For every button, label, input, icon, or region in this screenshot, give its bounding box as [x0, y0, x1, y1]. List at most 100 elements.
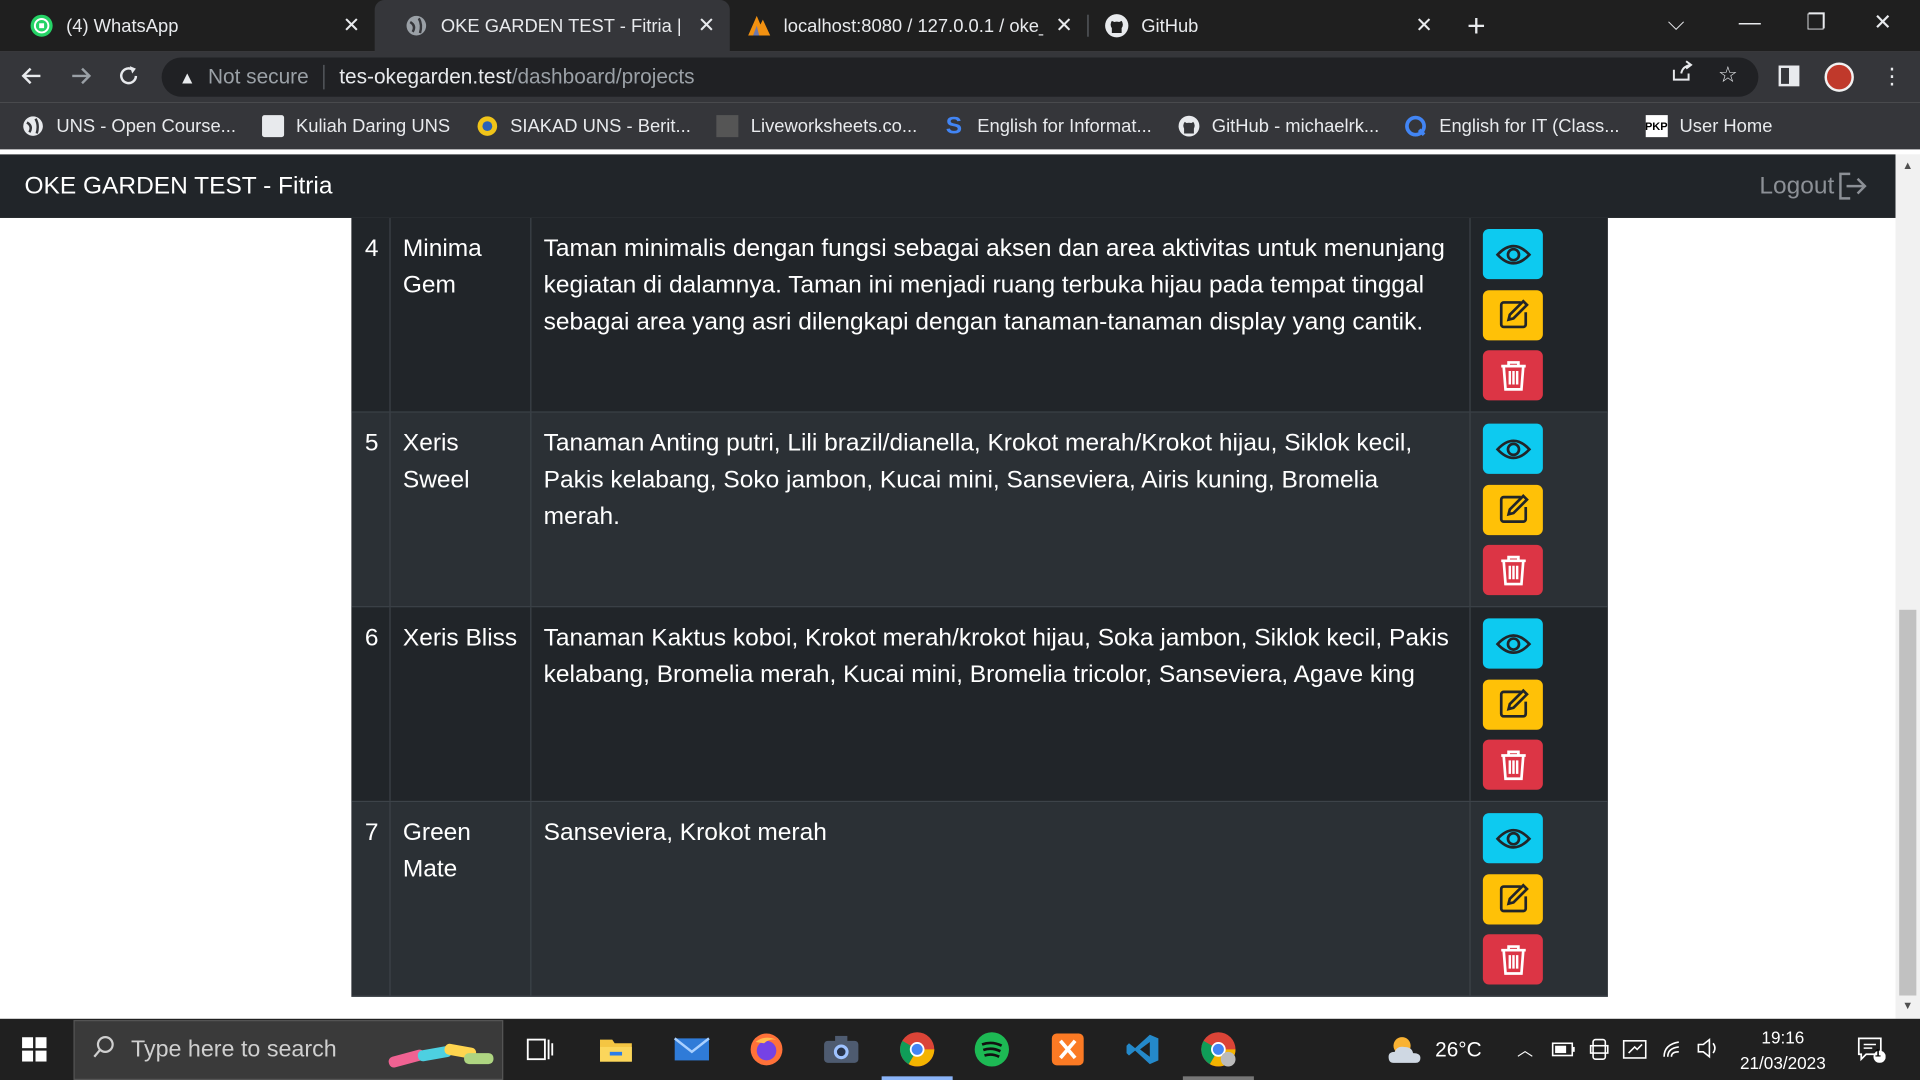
- vscode-icon[interactable]: [1124, 1031, 1161, 1068]
- task-view-icon[interactable]: [522, 1031, 559, 1068]
- browser-toolbar: ▲ Not secure tes-okegarden.test/dashboar…: [0, 51, 1920, 103]
- weather-temperature[interactable]: 26°C: [1435, 1038, 1482, 1062]
- tray-chevron-icon[interactable]: ︿: [1517, 1037, 1533, 1060]
- back-arrow-icon[interactable]: [20, 64, 44, 96]
- project-name: Xeris Bliss: [391, 607, 532, 801]
- table-row: 4 Minima Gem Taman minimalis dengan fungsi…: [351, 217, 1608, 413]
- edit-icon: [1496, 492, 1530, 526]
- scroll-down-icon[interactable]: ▼: [1896, 999, 1920, 1011]
- page-scrollbar[interactable]: ▲ ▼: [1895, 154, 1920, 1019]
- edit-button[interactable]: [1482, 484, 1543, 535]
- scrollbar-thumb[interactable]: [1899, 609, 1917, 996]
- bookmark-uns[interactable]: UNS - Open Course...: [22, 115, 236, 137]
- row-number: 5: [351, 412, 391, 607]
- project-name: Minima Gem: [391, 217, 532, 412]
- share-icon[interactable]: [1670, 59, 1694, 90]
- table-row: 7 Green Mate Sanseviera, Krokot merah: [351, 802, 1608, 997]
- delete-button[interactable]: [1482, 544, 1543, 596]
- window-close-icon[interactable]: ✕: [1873, 10, 1891, 36]
- device-icon[interactable]: [1589, 1038, 1609, 1066]
- action-buttons: [1471, 607, 1608, 800]
- edit-button[interactable]: [1482, 289, 1543, 340]
- taskbar-search-input[interactable]: Type here to search: [73, 1020, 504, 1080]
- view-button[interactable]: [1482, 618, 1543, 669]
- view-button[interactable]: [1482, 813, 1543, 864]
- spotify-icon[interactable]: [973, 1031, 1010, 1068]
- table-row: 6 Xeris Bliss Tanaman Kaktus koboi, Krokot…: [351, 607, 1608, 803]
- close-icon[interactable]: ✕: [1413, 13, 1435, 37]
- edit-button[interactable]: [1482, 678, 1543, 730]
- bookmark-english-informatics[interactable]: S English for Informat...: [943, 112, 1152, 139]
- weather-icon[interactable]: [1384, 1031, 1428, 1074]
- close-icon[interactable]: ✕: [340, 13, 362, 37]
- chrome-icon[interactable]: [899, 1031, 936, 1068]
- restore-icon[interactable]: ❐: [1806, 10, 1826, 36]
- close-icon[interactable]: ✕: [696, 13, 718, 37]
- delete-button[interactable]: [1482, 934, 1543, 985]
- xampp-icon[interactable]: [1049, 1031, 1086, 1068]
- avatar[interactable]: [1824, 62, 1854, 92]
- bookmark-kuliah-daring[interactable]: Kuliah Daring UNS: [261, 115, 450, 138]
- mail-icon[interactable]: [673, 1031, 710, 1068]
- project-description: Taman minimalis dengan fungsi sebagai ak…: [531, 217, 1471, 412]
- globe-icon: [404, 13, 428, 37]
- wifi-icon[interactable]: [1662, 1037, 1686, 1065]
- row-number: 7: [351, 802, 391, 996]
- eye-icon: [1495, 825, 1532, 852]
- minimize-icon[interactable]: —: [1739, 10, 1761, 36]
- new-tab-icon[interactable]: +: [1467, 7, 1486, 45]
- security-label[interactable]: Not secure: [208, 65, 309, 89]
- tab-search-chevron-icon[interactable]: ⌵: [1668, 10, 1685, 36]
- reload-icon[interactable]: [116, 64, 140, 96]
- github-icon: [1178, 115, 1200, 137]
- chrome-profile-icon[interactable]: [1200, 1031, 1237, 1068]
- menu-kebab-icon[interactable]: ⋮: [1881, 64, 1903, 90]
- action-buttons: [1471, 218, 1608, 411]
- battery-icon[interactable]: [1551, 1040, 1575, 1064]
- address-bar[interactable]: ▲ Not secure tes-okegarden.test/dashboar…: [161, 57, 1759, 97]
- project-description: Tanaman Kaktus koboi, Krokot merah/kroko…: [531, 607, 1471, 801]
- search-placeholder: Type here to search: [131, 1036, 337, 1063]
- eye-icon: [1495, 630, 1532, 657]
- bookmark-github-michaelrk[interactable]: GitHub - michaelrk...: [1178, 115, 1379, 137]
- tab-github[interactable]: GitHub ✕: [1090, 0, 1448, 51]
- camera-icon[interactable]: [823, 1031, 860, 1068]
- volume-icon[interactable]: [1696, 1037, 1720, 1065]
- delete-button[interactable]: [1482, 350, 1543, 401]
- bookmark-user-home[interactable]: PKP User Home: [1645, 115, 1772, 138]
- side-panel-icon[interactable]: [1778, 65, 1800, 93]
- tab-okegarden[interactable]: OKE GARDEN TEST - Fitria | Dashboard ✕: [374, 0, 730, 52]
- close-icon[interactable]: ✕: [1053, 13, 1075, 37]
- windows-start-icon[interactable]: [22, 1037, 47, 1068]
- bookmark-star-icon[interactable]: ☆: [1718, 62, 1738, 88]
- url-host: tes-okegarden.test: [339, 64, 512, 89]
- view-button[interactable]: [1482, 423, 1543, 474]
- logout-button[interactable]: Logout: [1759, 171, 1868, 200]
- forward-arrow-icon[interactable]: [69, 64, 93, 96]
- view-button[interactable]: [1482, 228, 1543, 280]
- tab-phpmyadmin[interactable]: localhost:8080 / 127.0.0.1 / oke_garden …: [730, 0, 1088, 51]
- display-icon[interactable]: [1622, 1037, 1649, 1068]
- tab-whatsapp[interactable]: (4) WhatsApp ✕: [0, 0, 375, 51]
- project-description: Tanaman Anting putri, Lili brazil/dianel…: [531, 412, 1471, 607]
- project-name: Xeris Sweel: [391, 412, 532, 607]
- whatsapp-icon: [29, 13, 53, 37]
- scroll-up-icon[interactable]: ▲: [1896, 159, 1920, 171]
- warning-icon[interactable]: ▲: [179, 67, 196, 87]
- table-row: 5 Xeris Sweel Tanaman Anting putri, Lili b…: [351, 412, 1608, 608]
- bookmark-siakad[interactable]: SIAKAD UNS - Berit...: [476, 115, 691, 137]
- bookmark-english-it[interactable]: English for IT (Class...: [1405, 115, 1620, 137]
- bookmark-liveworksheets[interactable]: Liveworksheets.co...: [716, 115, 917, 138]
- siakad-icon: [476, 115, 498, 137]
- firefox-icon[interactable]: [748, 1031, 785, 1068]
- navbar-brand[interactable]: OKE GARDEN TEST - Fitria: [24, 173, 332, 201]
- edit-icon: [1496, 687, 1530, 721]
- s-icon: S: [945, 112, 963, 139]
- delete-button[interactable]: [1482, 739, 1543, 790]
- logout-icon: [1839, 172, 1867, 200]
- browser-tab-strip: (4) WhatsApp ✕ OKE GARDEN TEST - Fitria …: [0, 0, 1920, 52]
- notification-icon[interactable]: 1: [1856, 1036, 1886, 1069]
- system-clock[interactable]: 19:16 21/03/2023: [1731, 1025, 1834, 1076]
- file-explorer-icon[interactable]: [598, 1031, 635, 1068]
- edit-button[interactable]: [1482, 873, 1543, 924]
